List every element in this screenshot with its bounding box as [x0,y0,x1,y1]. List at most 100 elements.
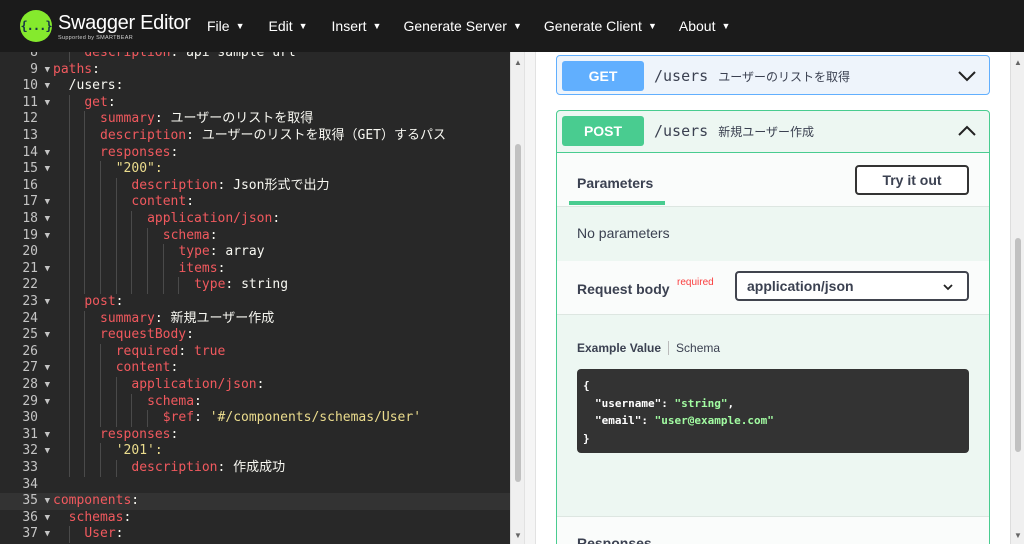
code-text: requestBody: [100,327,194,343]
menu-edit[interactable]: Edit ▼ [268,18,307,34]
scroll-up-icon[interactable]: ▲ [1013,58,1023,67]
scroll-down-icon[interactable]: ▼ [1013,531,1023,540]
fold-toggle-icon[interactable]: ▼ [45,95,50,112]
editor-line[interactable]: 35 ▼ components: [0,493,510,510]
editor-line[interactable]: 21 ▼ items: [0,260,510,278]
fold-toggle-icon[interactable]: ▼ [45,526,50,543]
fold-toggle-icon[interactable]: ▼ [45,161,50,178]
preview-scroll-thumb[interactable] [1015,238,1021,452]
scroll-down-icon[interactable]: ▼ [513,531,523,540]
editor-scrollbar[interactable]: ▲ ▼ [510,52,524,544]
editor-line[interactable]: 18 ▼ application/json: [0,211,510,228]
editor-line[interactable]: 22 type: string [0,277,510,294]
fold-toggle-icon[interactable]: ▼ [45,62,50,79]
editor-line[interactable]: 28 ▼ application/json: [0,377,510,394]
indent-guide [84,360,86,377]
tab-parameters[interactable]: Parameters [577,175,653,191]
editor-line[interactable]: 10 ▼ /users: [0,78,510,95]
tab-schema[interactable]: Schema [676,341,720,355]
fold-toggle-icon[interactable]: ▼ [45,510,50,527]
indent-guide [68,161,70,178]
editor-line[interactable]: 17 ▼ content: [0,194,510,211]
editor-line[interactable]: 29 ▼ schema: [0,393,510,411]
editor-line[interactable]: 24 summary: 新規ユーザー作成 [0,310,510,328]
editor-line[interactable]: 31 ▼ responses: [0,426,510,444]
editor-line[interactable]: 8 description: api sample url [0,52,510,62]
line-number: 18 [22,211,38,226]
editor-line[interactable]: 20 type: array [0,244,510,261]
code-text: type: array [178,244,265,260]
top-bar: {...} Swagger Editor Supported by SMARTB… [0,0,1024,52]
content-type-select[interactable]: application/json [735,271,969,301]
fold-toggle-icon[interactable]: ▼ [45,145,50,162]
yaml-editor[interactable]: 8 description: api sample url 9 ▼ paths: 10 ▼ /… [0,52,510,544]
line-number: 14 [22,144,38,160]
operation-path: /users [654,67,709,85]
fold-toggle-icon[interactable]: ▼ [45,211,50,228]
editor-line[interactable]: 34 [0,477,510,494]
editor-line[interactable]: 27 ▼ content: [0,360,510,377]
editor-line[interactable]: 37 ▼ User: [0,526,510,543]
editor-line[interactable]: 19 ▼ schema: [0,227,510,245]
operation-get-users[interactable]: GET /users ユーザーのリストを取得 [556,55,990,95]
indent-guide [100,460,102,477]
chevron-down-icon[interactable] [957,66,977,86]
editor-line[interactable]: 36 ▼ schemas: [0,510,510,527]
code-text: required: true [115,343,226,359]
indent-guide [68,426,70,444]
fold-toggle-icon[interactable]: ▼ [45,360,50,377]
code-text: schemas: [68,509,132,525]
fold-toggle-icon[interactable]: ▼ [45,194,50,211]
editor-line[interactable]: 11 ▼ get: [0,94,510,112]
fold-toggle-icon[interactable]: ▼ [45,443,50,460]
editor-line[interactable]: 13 description: ユーザーのリストを取得（GET）するパス [0,128,510,145]
tab-example-value[interactable]: Example Value [577,341,661,355]
line-number: 27 [22,360,38,376]
editor-line[interactable]: 23 ▼ post: [0,294,510,311]
line-number: 11 [22,94,38,110]
fold-toggle-icon[interactable]: ▼ [45,394,50,411]
editor-scroll-thumb[interactable] [515,144,521,482]
editor-line[interactable]: 33 description: 作成成功 [0,460,510,477]
code-text: description: api sample url [84,52,296,60]
editor-line[interactable]: 32 ▼ '201': [0,443,510,460]
example-tabs: Example Value Schema [577,341,720,355]
chevron-up-icon[interactable] [957,121,977,141]
menu-generate-server[interactable]: Generate Server ▼ [403,18,521,34]
indent-guide [115,227,117,245]
editor-line[interactable]: 25 ▼ requestBody: [0,327,510,344]
fold-toggle-icon[interactable]: ▼ [45,327,50,344]
request-body-title: Request body [577,281,670,297]
responses-title: Responses [577,535,652,544]
fold-toggle-icon[interactable]: ▼ [45,261,50,278]
editor-line[interactable]: 30 $ref: '#/components/schemas/User' [0,410,510,427]
fold-toggle-icon[interactable]: ▼ [45,377,50,394]
code-text: description: ユーザーのリストを取得（GET）するパス [100,128,447,143]
try-it-out-button[interactable]: Try it out [855,165,969,195]
editor-line[interactable]: 26 required: true [0,343,510,361]
code-text: User: [84,526,124,542]
menu-file[interactable]: File ▼ [207,18,244,34]
editor-line[interactable]: 15 ▼ "200": [0,161,510,178]
editor-line[interactable]: 12 summary: ユーザーのリストを取得 [0,111,510,128]
editor-line[interactable]: 16 description: Json形式で出力 [0,177,510,195]
fold-toggle-icon[interactable]: ▼ [45,427,50,444]
editor-line[interactable]: 14 ▼ responses: [0,144,510,162]
fold-toggle-icon[interactable]: ▼ [45,78,50,95]
indent-guide [100,377,102,394]
pane-splitter[interactable] [524,52,536,544]
indent-guide [147,410,149,427]
menu-about[interactable]: About ▼ [679,18,731,34]
preview-scrollbar[interactable]: ▲ ▼ [1010,52,1024,544]
menu-insert[interactable]: Insert ▼ [332,18,382,34]
line-number: 33 [22,460,38,475]
menu-generate-client[interactable]: Generate Client ▼ [544,18,657,34]
brand[interactable]: {...} Swagger Editor Supported by SMARTB… [20,10,195,42]
scroll-up-icon[interactable]: ▲ [513,58,523,67]
operation-path: /users [654,122,709,140]
editor-line[interactable]: 9 ▼ paths: [0,62,510,79]
fold-toggle-icon[interactable]: ▼ [45,228,50,245]
fold-toggle-icon[interactable]: ▼ [45,493,50,510]
code-text: "200": [115,161,163,177]
fold-toggle-icon[interactable]: ▼ [45,294,50,311]
